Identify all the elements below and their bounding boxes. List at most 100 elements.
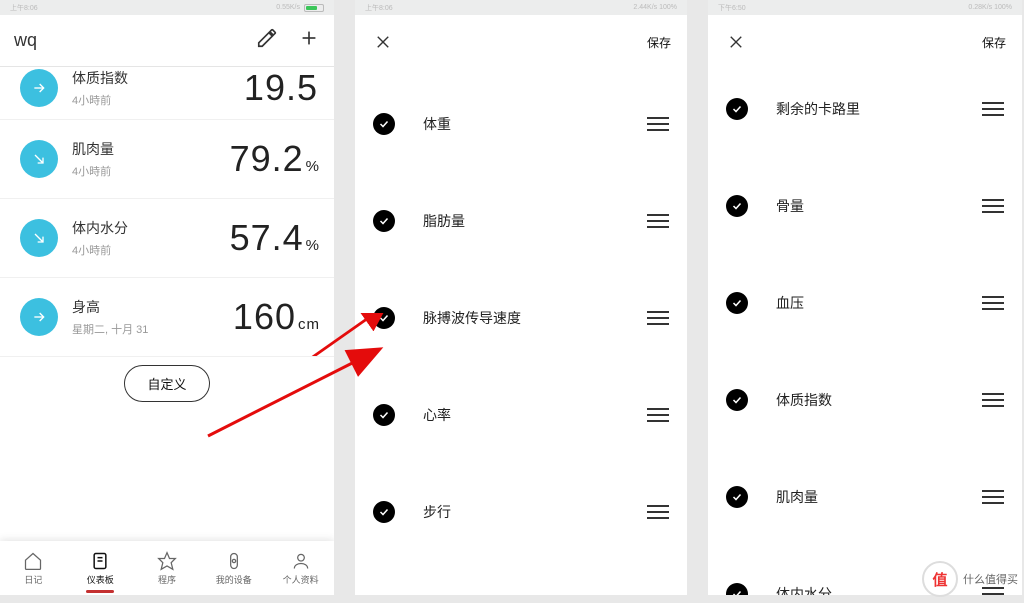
- tab-diary[interactable]: 日记: [0, 541, 67, 595]
- dashboard-icon: [90, 551, 110, 571]
- drag-handle-icon[interactable]: [647, 408, 669, 422]
- drag-handle-icon[interactable]: [982, 199, 1004, 213]
- check-toggle[interactable]: [373, 210, 395, 232]
- check-icon: [731, 491, 743, 503]
- check-icon: [378, 118, 390, 130]
- close-icon: [727, 33, 745, 51]
- check-icon: [731, 588, 743, 596]
- check-icon: [731, 200, 743, 212]
- metric-name: 肌肉量: [72, 139, 230, 159]
- check-icon: [378, 409, 390, 421]
- check-toggle[interactable]: [726, 292, 748, 314]
- check-toggle[interactable]: [373, 404, 395, 426]
- editor-header: 保存: [355, 15, 687, 69]
- drag-handle-icon[interactable]: [647, 311, 669, 325]
- metric-subtext: 4小時前: [72, 242, 230, 258]
- edit-item[interactable]: 脂肪量: [355, 172, 687, 269]
- watermark-text: 什么值得买: [963, 571, 1018, 587]
- check-toggle[interactable]: [726, 486, 748, 508]
- edit-item[interactable]: 骨量: [708, 157, 1022, 254]
- edit-item-label: 剩余的卡路里: [776, 99, 982, 119]
- edit-item-label: 肌肉量: [776, 487, 982, 507]
- metric-value: 19.5: [244, 67, 320, 109]
- edit-item[interactable]: 脉搏波传导速度: [355, 269, 687, 366]
- check-icon: [731, 103, 743, 115]
- edit-icon[interactable]: [256, 27, 278, 54]
- metric-row[interactable]: 体内水分 4小時前 57.4%: [0, 199, 334, 278]
- edit-item[interactable]: 剩余的卡路里: [708, 60, 1022, 157]
- edit-item-label: 体重: [423, 114, 647, 134]
- statusbar-time: 上午8:06: [10, 3, 38, 13]
- customize-button[interactable]: 自定义: [124, 365, 209, 402]
- metric-indicator-icon: [20, 69, 58, 107]
- tab-devices[interactable]: 我的设备: [200, 541, 267, 595]
- statusbar: 上午8:06 2.44K/s 100%: [355, 0, 687, 15]
- statusbar-network: 0.55K/s: [276, 4, 300, 11]
- close-button[interactable]: [371, 30, 395, 54]
- dashboard-screen: 上午8:06 0.55K/s wq 体质指数 4小時前 19.5: [0, 0, 334, 595]
- check-toggle[interactable]: [726, 583, 748, 596]
- save-button[interactable]: 保存: [647, 34, 671, 51]
- profile-icon: [291, 551, 311, 571]
- metric-value: 57.4%: [230, 217, 320, 259]
- edit-item[interactable]: 血压: [708, 254, 1022, 351]
- tab-label: 日记: [24, 573, 42, 586]
- edit-item[interactable]: 体质指数: [708, 351, 1022, 448]
- statusbar: 下午6:50 0.28K/s 100%: [708, 0, 1022, 15]
- metric-name: 体内水分: [72, 218, 230, 238]
- check-icon: [378, 312, 390, 324]
- metric-subtext: 4小時前: [72, 92, 244, 108]
- check-toggle[interactable]: [726, 389, 748, 411]
- tab-dashboard[interactable]: 仪表板: [67, 541, 134, 595]
- metric-subtext: 4小時前: [72, 163, 230, 179]
- tab-profile[interactable]: 个人资料: [267, 541, 334, 595]
- metric-subtext: 星期二, 十月 31: [72, 321, 233, 337]
- edit-item-label: 心率: [423, 405, 647, 425]
- edit-item[interactable]: 肌肉量: [708, 448, 1022, 545]
- edit-item-label: 脂肪量: [423, 211, 647, 231]
- tab-label: 仪表板: [87, 573, 114, 586]
- star-icon: [157, 551, 177, 571]
- metric-indicator-icon: [20, 298, 58, 336]
- edit-item[interactable]: 心率: [355, 366, 687, 463]
- drag-handle-icon[interactable]: [982, 393, 1004, 407]
- save-button[interactable]: 保存: [982, 34, 1006, 51]
- tab-label: 我的设备: [216, 573, 252, 586]
- customize-screen-b: 下午6:50 0.28K/s 100% 保存 剩余的卡路里 骨量 血压 体质指数: [708, 0, 1022, 595]
- tab-programs[interactable]: 程序: [134, 541, 201, 595]
- drag-handle-icon[interactable]: [647, 117, 669, 131]
- check-toggle[interactable]: [373, 113, 395, 135]
- drag-handle-icon[interactable]: [647, 214, 669, 228]
- check-icon: [731, 394, 743, 406]
- metric-row[interactable]: 身高 星期二, 十月 31 160cm: [0, 278, 334, 357]
- check-icon: [378, 215, 390, 227]
- close-button[interactable]: [724, 30, 748, 54]
- check-toggle[interactable]: [726, 195, 748, 217]
- metric-name: 身高: [72, 297, 233, 317]
- tab-label: 程序: [158, 573, 176, 586]
- check-toggle[interactable]: [373, 307, 395, 329]
- check-icon: [378, 506, 390, 518]
- edit-item-label: 体质指数: [776, 390, 982, 410]
- device-icon: [224, 551, 244, 571]
- edit-item[interactable]: 步行: [355, 463, 687, 560]
- edit-item-label: 脉搏波传导速度: [423, 308, 647, 328]
- check-toggle[interactable]: [373, 501, 395, 523]
- tab-label: 个人资料: [283, 573, 319, 586]
- drag-handle-icon[interactable]: [982, 102, 1004, 116]
- statusbar-right: 0.28K/s 100%: [968, 4, 1012, 11]
- drag-handle-icon[interactable]: [982, 490, 1004, 504]
- metric-name: 体质指数: [72, 68, 244, 88]
- edit-item[interactable]: 体重: [355, 75, 687, 172]
- edit-item-label: 血压: [776, 293, 982, 313]
- metric-indicator-icon: [20, 219, 58, 257]
- metric-row[interactable]: 肌肉量 4小時前 79.2%: [0, 120, 334, 199]
- battery-icon: [304, 4, 324, 12]
- add-icon[interactable]: [298, 27, 320, 54]
- metric-row[interactable]: 体质指数 4小時前 19.5: [0, 67, 334, 120]
- edit-item-label: 骨量: [776, 196, 982, 216]
- metric-indicator-icon: [20, 140, 58, 178]
- drag-handle-icon[interactable]: [647, 505, 669, 519]
- drag-handle-icon[interactable]: [982, 296, 1004, 310]
- check-toggle[interactable]: [726, 98, 748, 120]
